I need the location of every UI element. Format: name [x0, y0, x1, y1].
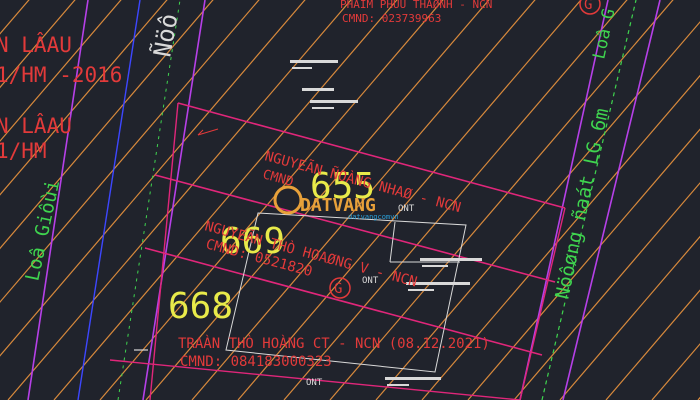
top-owner-block: PHAÏM PHUÙ THAØNH - NCN CMND: 023739963 [340, 0, 492, 25]
parcel-668-number: 668 [168, 286, 233, 327]
parcel-side-right [519, 207, 566, 400]
top-owner-id: CMND: 023739963 [342, 12, 441, 25]
left-label-4: 1/HM [0, 139, 47, 163]
watermark-logo-icon [273, 185, 303, 215]
tiny-note-5 [312, 107, 334, 109]
parcel-668-id: CMND: 084183000323 [180, 354, 332, 370]
right-road-label: Nöôøng ñaát LG 6m [551, 106, 613, 301]
arrow-icon [197, 128, 219, 136]
left-label-2: 1/HM -2016 [0, 63, 122, 87]
tiny-note-6 [420, 258, 482, 261]
left-label-1: N LÂAU [0, 32, 72, 57]
hatch-line [651, 343, 700, 400]
tiny-note-11 [387, 384, 409, 386]
right-road-top-label: Loâ G [589, 7, 619, 61]
svg-text:G: G [334, 281, 342, 297]
land-use-ont-b: ONT [362, 276, 379, 286]
tiny-note-10 [385, 377, 441, 380]
top-owner-name: PHAÏM PHUÙ THAØNH - NCN [340, 0, 492, 11]
tiny-note-7 [422, 265, 448, 267]
circled-g-center-icon: G [329, 277, 351, 299]
tiny-note-3 [302, 88, 334, 91]
outline-divider [389, 221, 396, 263]
tiny-note-1 [290, 60, 338, 63]
green-dashed-left [117, 0, 181, 400]
watermark-site: datvangcomvn [348, 213, 399, 221]
left-road-label: Loâ Giôùi [21, 178, 64, 283]
land-use-ont-c: ONT [306, 378, 323, 388]
land-use-ont-a: ONT [398, 204, 415, 214]
left-label-3: N LÂAU [0, 113, 72, 138]
cad-drawing-canvas[interactable]: N LÂAU 1/HM -2016 N LÂAU 1/HM Ñöô Loâ Gi… [0, 0, 700, 400]
tiny-note-2 [292, 67, 312, 69]
parcel-668-owner: TRAÀN THÒ HOÀNG CT - NCN (08.12.2021) [178, 334, 490, 352]
cad-drawing: N LÂAU 1/HM -2016 N LÂAU 1/HM Ñöô Loâ Gi… [0, 0, 700, 400]
hatch-line [0, 0, 168, 196]
parcel-side-left [149, 102, 179, 400]
svg-text:G: G [584, 0, 592, 13]
left-labels: N LÂAU 1/HM -2016 N LÂAU 1/HM [0, 32, 122, 163]
hatch-line [0, 0, 122, 142]
circled-g-top-right-icon: G [579, 0, 601, 15]
tiny-note-4 [310, 100, 358, 103]
